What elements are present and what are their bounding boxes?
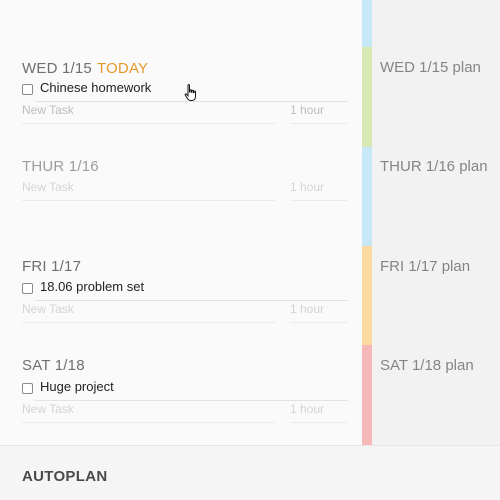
day-header: FRI 1/17 (22, 258, 81, 275)
task-label[interactable]: 18.06 problem set (40, 279, 144, 294)
color-bar-fri (362, 246, 372, 345)
duration-input[interactable]: 1 hour (290, 402, 348, 423)
new-task-row: New Task 1 hour (22, 180, 348, 202)
task-label[interactable]: Huge project (40, 379, 114, 394)
plan-label-fri[interactable]: FRI 1/17 plan (380, 258, 470, 275)
autoplan-button[interactable]: AUTOPLAN (22, 468, 107, 485)
new-task-row: New Task 1 hour (22, 302, 348, 324)
day-date-label: WED 1/15 (22, 60, 92, 77)
task-divider (35, 300, 348, 301)
task-item: 18.06 problem set (22, 279, 348, 301)
checkbox-icon[interactable] (22, 283, 33, 294)
task-item: Huge project (22, 379, 348, 401)
plan-label-sat[interactable]: SAT 1/18 plan (380, 357, 474, 374)
new-task-input[interactable]: New Task (22, 402, 276, 423)
new-task-input[interactable]: New Task (22, 180, 276, 201)
day-header: SAT 1/18 (22, 357, 85, 374)
day-header: WED 1/15 TODAY (22, 60, 148, 77)
duration-input[interactable]: 1 hour (290, 302, 348, 323)
new-task-input[interactable]: New Task (22, 302, 276, 323)
duration-input[interactable]: 1 hour (290, 180, 348, 201)
task-list-panel: WED 1/15 TODAY Chinese homework New Task … (0, 0, 362, 445)
footer-bar: AUTOPLAN (0, 445, 500, 500)
duration-input[interactable]: 1 hour (290, 103, 348, 124)
today-badge: TODAY (96, 60, 149, 77)
day-date-label: FRI 1/17 (22, 258, 82, 275)
day-date-label: THUR 1/16 (22, 158, 99, 175)
new-task-row: New Task 1 hour (22, 103, 348, 125)
color-bar-sat (362, 345, 372, 445)
checkbox-icon[interactable] (22, 383, 33, 394)
color-bar-thur (362, 147, 372, 246)
task-label[interactable]: Chinese homework (40, 80, 151, 95)
color-bar-top (362, 0, 372, 47)
day-date-label: SAT 1/18 (22, 357, 85, 374)
day-header: THUR 1/16 (22, 158, 99, 175)
hand-pointer-icon (184, 84, 196, 101)
color-bar-wed (362, 47, 372, 147)
new-task-input[interactable]: New Task (22, 103, 276, 124)
new-task-row: New Task 1 hour (22, 402, 348, 424)
plan-label-wed[interactable]: WED 1/15 plan (380, 59, 481, 76)
checkbox-icon[interactable] (22, 84, 33, 95)
app-window: WED 1/15 TODAY Chinese homework New Task … (0, 0, 500, 500)
plan-label-thur[interactable]: THUR 1/16 plan (380, 158, 488, 175)
task-divider (35, 400, 348, 401)
